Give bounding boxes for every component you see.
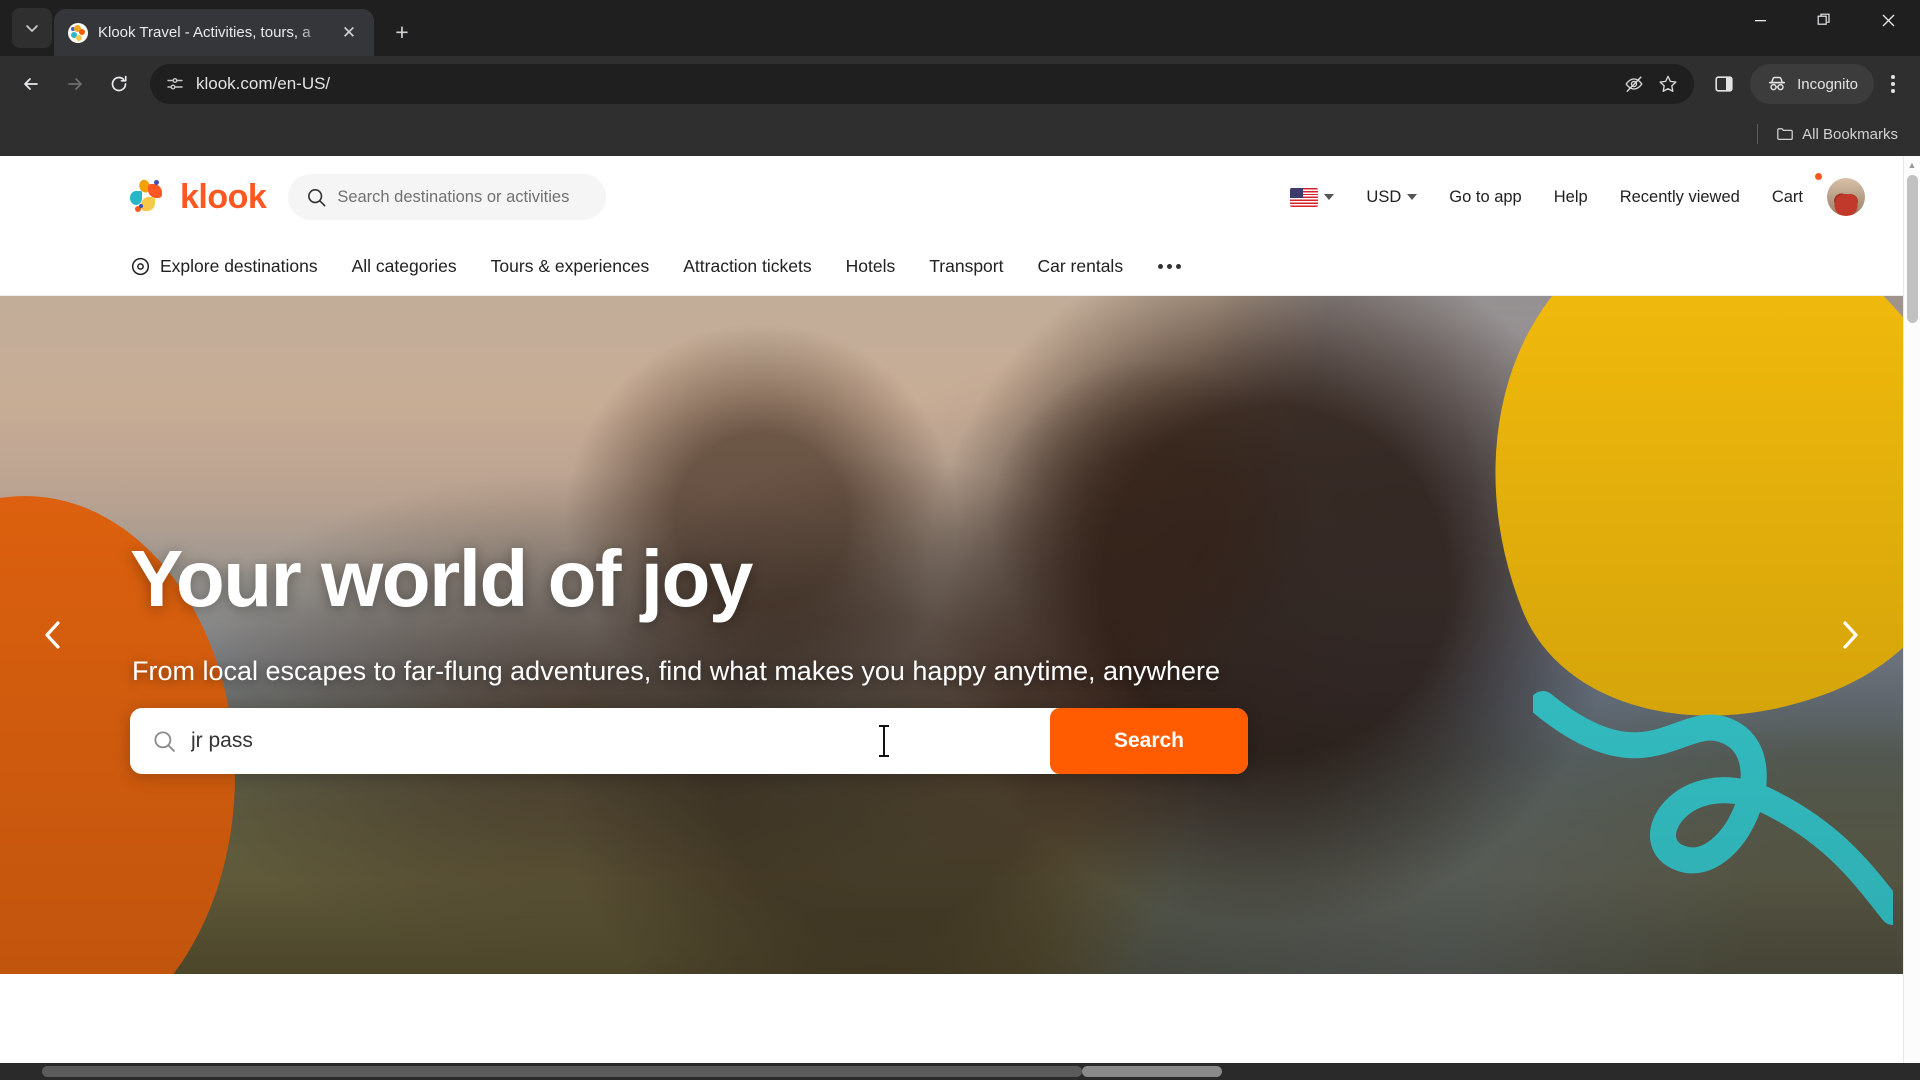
horizontal-scroll-thumb-secondary[interactable] <box>1082 1066 1222 1077</box>
incognito-label: Incognito <box>1797 75 1858 93</box>
carousel-prev-button[interactable] <box>26 607 82 663</box>
browser-toolbar: klook.com/en-US/ Incognito <box>0 56 1920 112</box>
site-header: klook USD <box>0 156 1903 238</box>
hero-search-button[interactable]: Search <box>1050 708 1248 774</box>
header-actions: USD Go to app Help Recently viewed Cart <box>1274 173 1865 219</box>
all-bookmarks-label: All Bookmarks <box>1802 125 1898 143</box>
klook-logo-text: klook <box>180 177 267 216</box>
address-bar[interactable]: klook.com/en-US/ <box>150 64 1695 104</box>
user-avatar[interactable] <box>1827 178 1865 216</box>
hero-search-bar[interactable]: Search <box>130 708 1248 774</box>
locale-selector[interactable] <box>1274 175 1350 219</box>
nav-more-button[interactable] <box>1140 264 1199 269</box>
hero-banner: Your world of joy From local escapes to … <box>0 296 1903 974</box>
tab-search-button[interactable] <box>12 8 52 48</box>
ellipsis-icon <box>1176 264 1182 269</box>
klook-logo-icon <box>130 178 172 214</box>
chevron-down-icon <box>1324 194 1335 200</box>
header-search-input[interactable] <box>337 187 589 207</box>
browser-window: Klook Travel - Activities, tours, a ✕ + <box>0 0 1920 1080</box>
page-vertical-scrollbar[interactable]: ▲ <box>1903 156 1920 1063</box>
klook-logo[interactable]: klook <box>130 177 267 217</box>
vertical-scroll-thumb[interactable] <box>1907 175 1918 323</box>
maximize-button[interactable] <box>1792 0 1856 40</box>
hero-subtitle: From local escapes to far-flung adventur… <box>132 656 1221 686</box>
all-bookmarks-button[interactable]: All Bookmarks <box>1768 121 1906 147</box>
url-text: klook.com/en-US/ <box>196 74 331 93</box>
side-panel-icon <box>1715 76 1733 92</box>
ellipsis-icon <box>1158 264 1164 269</box>
chevron-right-icon <box>1843 621 1858 649</box>
search-icon <box>152 729 177 754</box>
nav-car-rentals[interactable]: Car rentals <box>1020 256 1140 277</box>
window-controls <box>1728 0 1920 40</box>
page-horizontal-scrollbar[interactable] <box>0 1063 1920 1080</box>
recently-viewed-link[interactable]: Recently viewed <box>1604 175 1756 219</box>
minimize-icon <box>1754 19 1766 21</box>
scroll-up-button[interactable]: ▲ <box>1904 156 1920 173</box>
reload-icon <box>111 75 127 92</box>
location-pin-icon <box>131 257 150 276</box>
browser-menu-button[interactable] <box>1876 64 1910 104</box>
cart-link[interactable]: Cart <box>1756 173 1822 219</box>
close-icon <box>1882 14 1894 26</box>
search-icon <box>308 188 326 207</box>
close-window-button[interactable] <box>1856 0 1920 40</box>
incognito-icon <box>1769 76 1786 91</box>
forward-button[interactable] <box>54 63 96 105</box>
bookmark-separator <box>1757 124 1759 144</box>
bookmark-star-icon[interactable] <box>1658 74 1678 94</box>
kebab-menu-icon <box>1891 82 1895 86</box>
nav-tours-experiences[interactable]: Tours & experiences <box>474 256 667 277</box>
currency-label: USD <box>1366 187 1402 206</box>
page-settings-icon[interactable] <box>166 75 184 93</box>
hero-title: Your world of joy <box>130 534 753 623</box>
nav-attraction-tickets[interactable]: Attraction tickets <box>666 256 828 277</box>
cart-badge-dot <box>1815 173 1822 180</box>
us-flag-icon <box>1290 187 1319 207</box>
back-button[interactable] <box>10 63 52 105</box>
klook-favicon <box>68 22 88 43</box>
horizontal-scroll-thumb[interactable] <box>42 1066 1082 1077</box>
page-viewport: klook USD <box>0 156 1920 1063</box>
maximize-icon <box>1817 13 1830 25</box>
chevron-down-icon <box>1407 194 1418 200</box>
eye-off-icon[interactable] <box>1624 74 1644 94</box>
text-cursor <box>879 725 889 757</box>
go-to-app-link[interactable]: Go to app <box>1433 175 1537 219</box>
side-panel-button[interactable] <box>1704 64 1744 104</box>
chevron-left-icon <box>45 621 60 649</box>
nav-all-categories[interactable]: All categories <box>335 256 474 277</box>
folder-icon <box>1777 128 1793 141</box>
browser-tab[interactable]: Klook Travel - Activities, tours, a ✕ <box>54 9 374 56</box>
nav-hotels[interactable]: Hotels <box>829 256 913 277</box>
tab-title: Klook Travel - Activities, tours, a <box>98 24 311 41</box>
help-link[interactable]: Help <box>1538 175 1604 219</box>
new-tab-button[interactable]: + <box>382 12 422 52</box>
chevron-down-icon <box>26 25 38 32</box>
site-nav: Explore destinations All categories Tour… <box>0 238 1903 296</box>
incognito-indicator[interactable]: Incognito <box>1750 64 1874 104</box>
hero-search-input[interactable] <box>177 729 1050 753</box>
nav-explore-label: Explore destinations <box>160 256 318 276</box>
header-search-box[interactable] <box>288 174 607 220</box>
bookmarks-bar: All Bookmarks <box>0 112 1920 156</box>
nav-transport[interactable]: Transport <box>912 256 1020 277</box>
hero-content: Your world of joy From local escapes to … <box>130 296 1530 974</box>
currency-selector[interactable]: USD <box>1350 175 1433 219</box>
reload-button[interactable] <box>98 63 140 105</box>
klook-page: klook USD <box>0 156 1903 1063</box>
tab-strip: Klook Travel - Activities, tours, a ✕ + <box>0 0 1920 56</box>
close-tab-icon[interactable]: ✕ <box>336 20 362 46</box>
nav-explore-destinations[interactable]: Explore destinations <box>130 256 335 277</box>
page-content-below-hero <box>0 974 1903 1063</box>
arrow-right-icon <box>68 78 82 90</box>
ellipsis-icon <box>1167 264 1173 269</box>
cart-label: Cart <box>1771 187 1803 206</box>
carousel-next-button[interactable] <box>1821 607 1877 663</box>
minimize-button[interactable] <box>1728 0 1792 40</box>
arrow-left-icon <box>24 78 38 90</box>
